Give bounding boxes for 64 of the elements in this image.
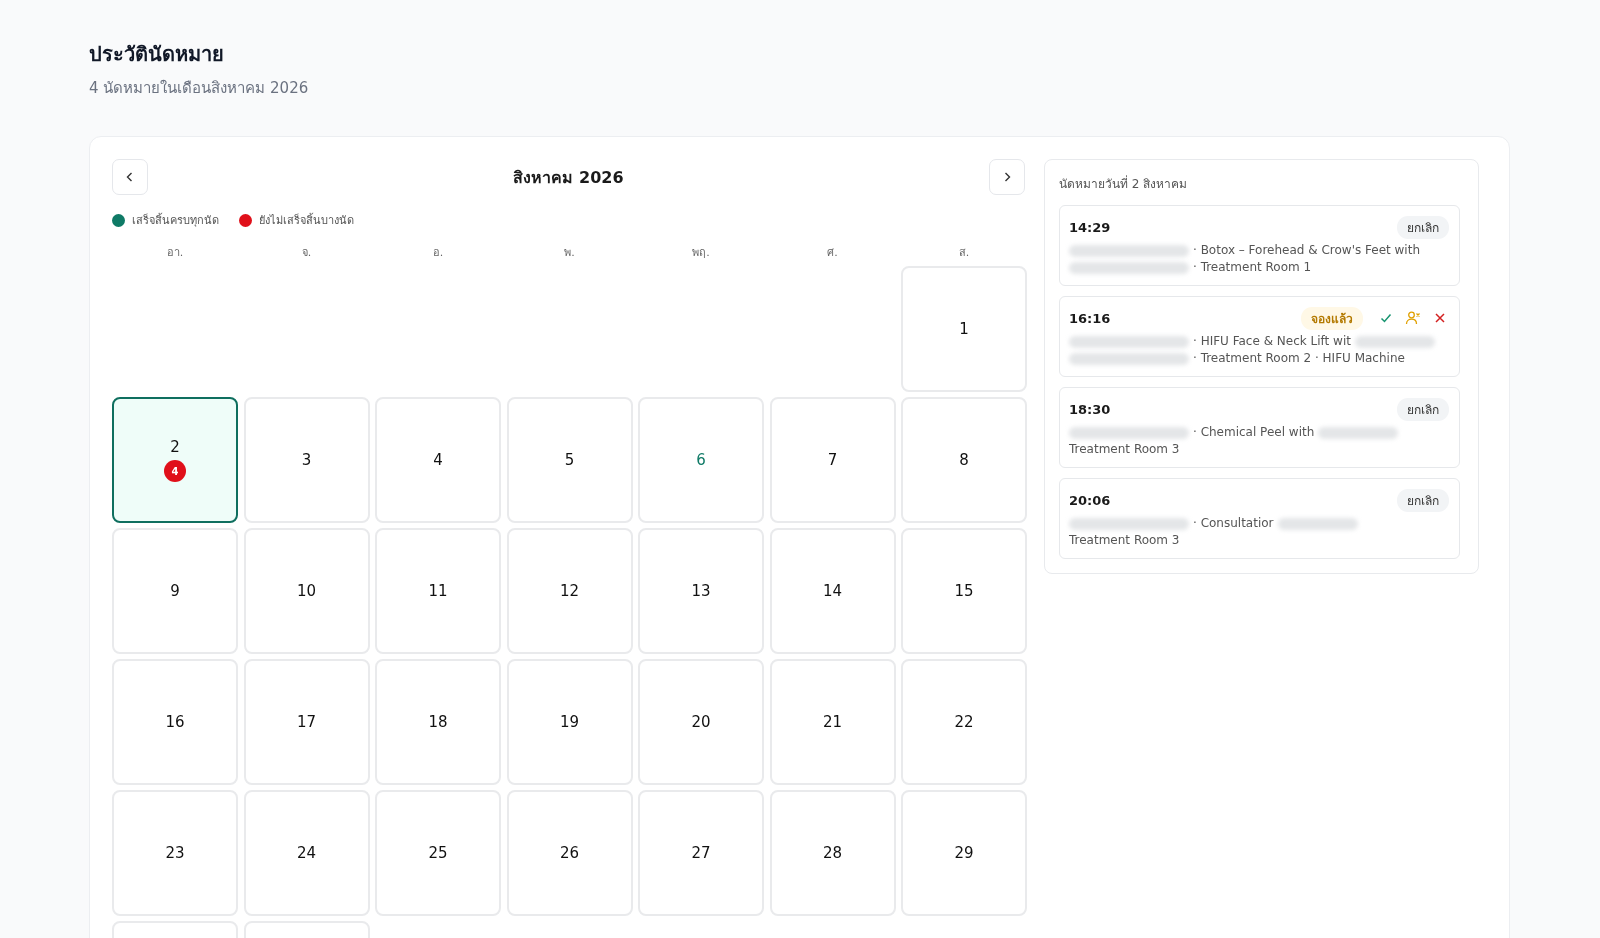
day-cell[interactable]: 1 [901, 266, 1027, 392]
day-cell[interactable]: 28 [769, 790, 896, 916]
appointment-detail: · Chemical Peel with [1193, 424, 1315, 441]
close-icon [1433, 311, 1447, 325]
weekday-label: ศ. [826, 245, 839, 257]
day-cell[interactable]: 16 [112, 659, 238, 785]
previous-month-button[interactable] [112, 159, 148, 195]
day-cell[interactable]: 14 [769, 528, 896, 654]
user-x-icon [1405, 310, 1421, 326]
day-cell[interactable]: 18 [375, 659, 501, 785]
page-title: ประวัตินัดหมาย [89, 41, 225, 68]
panel-title: นัดหมายวันที่ 2 สิงหาคม [1059, 174, 1189, 193]
appointment-count-badge: 4 [164, 460, 186, 482]
appointment-detail: · Treatment Room 2 · HIFU Machine [1193, 350, 1405, 367]
day-cell[interactable]: 13 [638, 528, 764, 654]
weekday-label: อา. [165, 245, 185, 257]
page-subtitle: 4 นัดหมายในเดือนสิงหาคม 2026 [89, 78, 310, 99]
appointment-time: 14:29 [1069, 219, 1111, 235]
day-cell[interactable]: 3 [243, 397, 370, 523]
appointment-detail: · HIFU Face & Neck Lift wit [1193, 333, 1351, 350]
day-cell[interactable]: 29 [901, 790, 1027, 916]
appointment-detail: · Botox – Forehead & Crow's Feet with [1193, 242, 1420, 259]
day-cell[interactable]: 26 [506, 790, 633, 916]
status-badge: จองแล้ว [1301, 306, 1363, 330]
check-icon [1379, 311, 1393, 325]
appointment-detail: · Consultatior [1193, 515, 1274, 532]
appointment-time: 20:06 [1069, 492, 1111, 508]
weekday-label: ส. [957, 245, 971, 257]
day-cell[interactable]: 20 [638, 659, 764, 785]
day-cell[interactable]: 8 [901, 397, 1027, 523]
day-cell[interactable]: 7 [769, 397, 896, 523]
weekday-label: อ. [431, 245, 445, 257]
day-cell[interactable]: 21 [769, 659, 896, 785]
day-cell[interactable]: 12 [506, 528, 633, 654]
legend-label: ยังไม่เสร็จสิ้นบางนัด [259, 212, 354, 229]
day-cell[interactable]: 15 [901, 528, 1027, 654]
day-cell[interactable]: 22 [901, 659, 1027, 785]
weekday-label: จ. [300, 245, 313, 257]
day-cell[interactable]: 9 [112, 528, 238, 654]
day-cell[interactable]: 11 [375, 528, 501, 654]
day-cell[interactable]: 17 [243, 659, 370, 785]
next-month-button[interactable] [989, 159, 1025, 195]
status-badge: ยกเลิก [1397, 488, 1449, 512]
appointment-time: 16:16 [1069, 310, 1111, 326]
day-cell[interactable]: 24 [243, 790, 370, 916]
day-cell[interactable]: 23 [112, 790, 238, 916]
month-title: สิงหาคม 2026 [513, 166, 624, 189]
weekday-label: พฤ. [691, 245, 711, 257]
appointment-time: 18:30 [1069, 401, 1111, 417]
appointment-detail: Treatment Room 3 [1069, 441, 1180, 458]
status-badge: ยกเลิก [1397, 397, 1449, 421]
appointment-detail: · Treatment Room 1 [1193, 259, 1312, 276]
day-cell[interactable]: 25 [375, 790, 501, 916]
day-cell[interactable]: 27 [638, 790, 764, 916]
day-cell[interactable]: 4 [375, 397, 501, 523]
day-cell[interactable]: 6 [638, 397, 764, 523]
day-cell[interactable]: 2 4 [112, 397, 238, 523]
day-cell[interactable]: 5 [506, 397, 633, 523]
status-badge: ยกเลิก [1397, 215, 1449, 239]
weekday-label: พ. [563, 245, 576, 257]
appointment-detail: Treatment Room 3 [1069, 532, 1180, 549]
day-cell[interactable]: 19 [506, 659, 633, 785]
legend-label: เสร็จสิ้นครบทุกนัด [132, 212, 219, 229]
day-cell[interactable]: 10 [243, 528, 370, 654]
